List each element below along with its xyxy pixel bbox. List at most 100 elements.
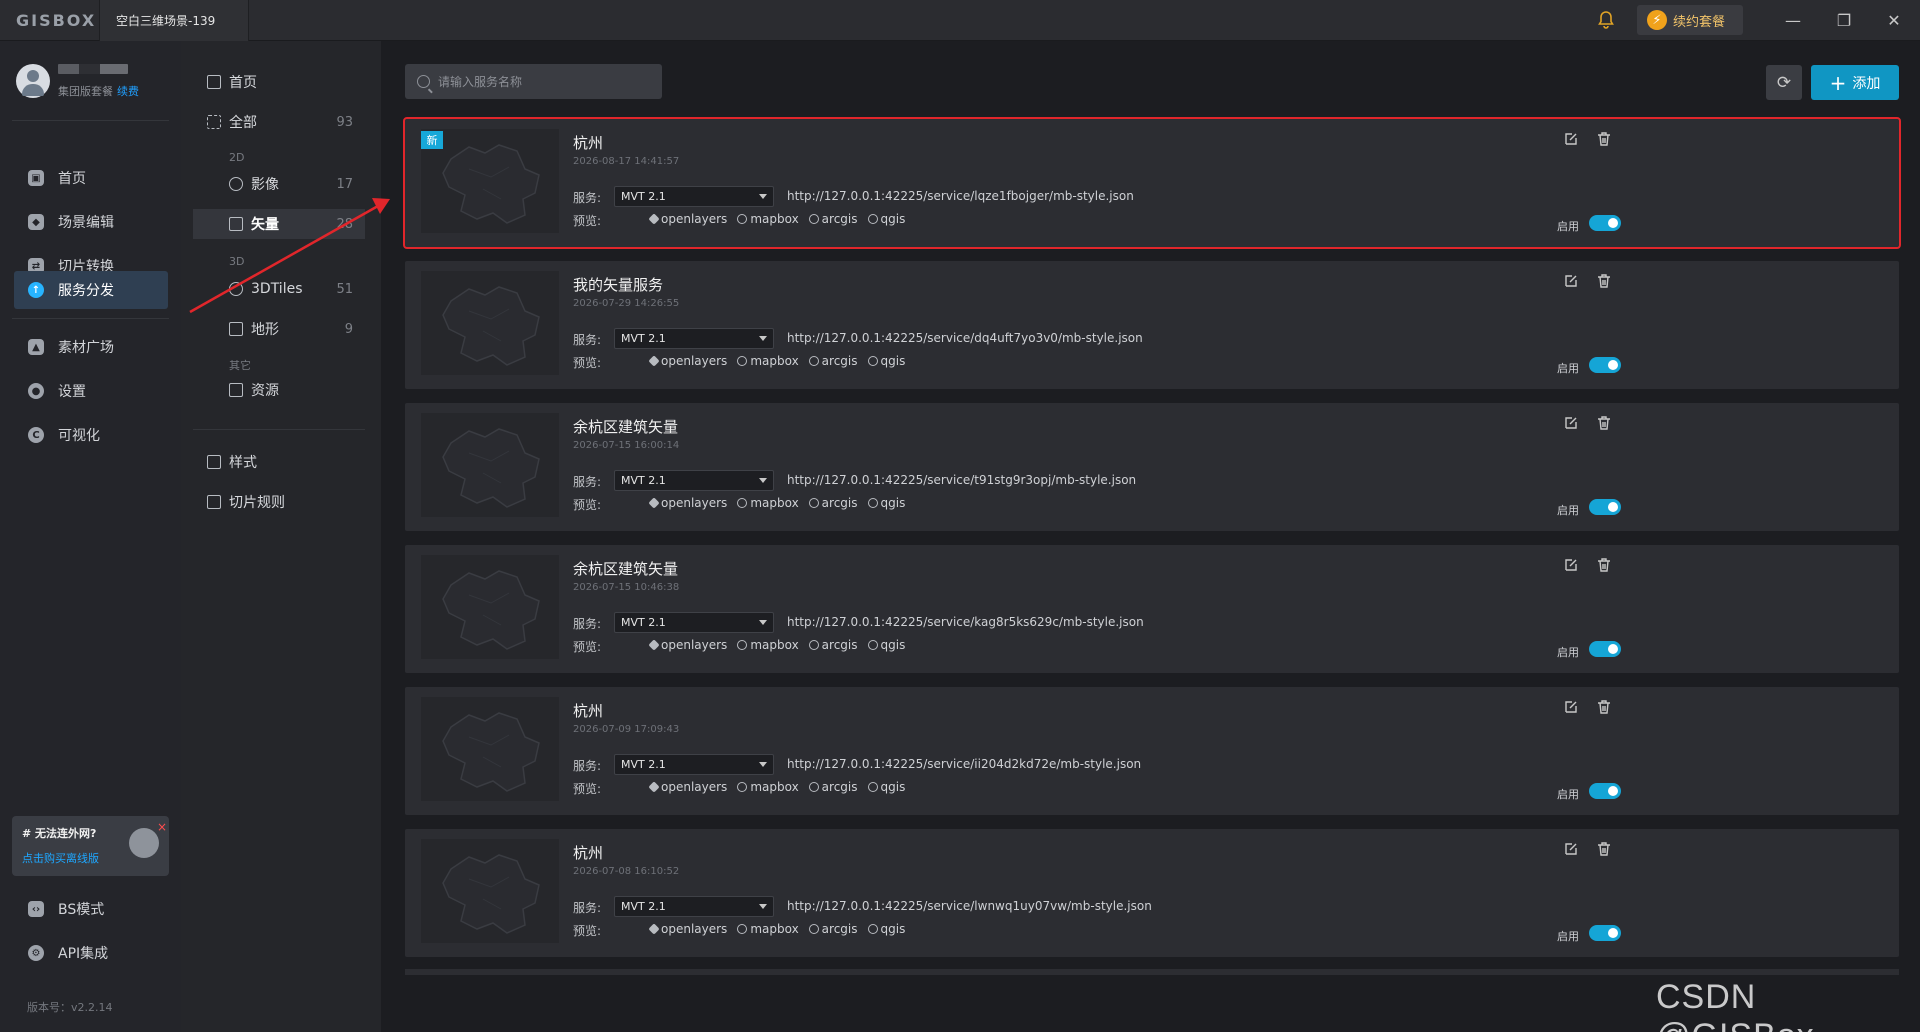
service-url[interactable]: http://127.0.0.1:42225/service/ii204d2kd… (787, 757, 1141, 771)
category-vector[interactable]: 矢量 28 (193, 209, 365, 239)
service-url[interactable]: http://127.0.0.1:42225/service/lqze1fboj… (787, 189, 1134, 203)
edit-icon[interactable] (1563, 699, 1579, 715)
edit-icon[interactable] (1563, 841, 1579, 857)
nav-item-materials[interactable]: ▲ 素材广场 (14, 328, 168, 366)
category-style[interactable]: 样式 (193, 447, 365, 477)
version-text: 版本号：v2.2.14 (27, 1001, 113, 1014)
service-label: 服务: (573, 759, 602, 773)
preview-link-label: mapbox (750, 496, 799, 510)
category-3dtiles[interactable]: 3DTiles 51 (193, 274, 365, 304)
preview-link-mapbox[interactable]: mapbox (737, 780, 799, 794)
preview-link-openlayers[interactable]: openlayers (648, 496, 727, 510)
edit-icon[interactable] (1563, 131, 1579, 147)
preview-link-label: qgis (880, 212, 906, 226)
enable-toggle[interactable] (1589, 925, 1621, 941)
user-profile[interactable]: 集团版套餐 续费 (16, 62, 166, 102)
preview-link-qgis[interactable]: qgis (867, 354, 906, 368)
delete-icon[interactable] (1596, 415, 1612, 431)
edit-icon[interactable] (1563, 557, 1579, 573)
minimize-icon[interactable]: — (1781, 8, 1805, 32)
service-card[interactable]: 余杭区建筑矢量 2026-07-15 10:46:38 服务: MVT 2.1 … (405, 545, 1899, 673)
service-url[interactable]: http://127.0.0.1:42225/service/dq4uft7yo… (787, 331, 1143, 345)
preview-link-openlayers[interactable]: openlayers (648, 212, 727, 226)
nav-item-visualization[interactable]: C 可视化 (14, 416, 168, 454)
nav-item-bs-mode[interactable]: ‹› BS模式 (14, 890, 168, 928)
add-button[interactable]: + 添加 (1811, 65, 1899, 100)
nav-item-scene-edit[interactable]: ◆ 场景编辑 (14, 203, 168, 241)
preview-link-qgis[interactable]: qgis (867, 212, 906, 226)
service-url[interactable]: http://127.0.0.1:42225/service/t91stg9r3… (787, 473, 1136, 487)
delete-icon[interactable] (1596, 131, 1612, 147)
search-box[interactable] (405, 64, 662, 99)
category-all[interactable]: 全部 93 (193, 107, 365, 137)
map-preview-shape (442, 286, 540, 366)
renew-plan-button[interactable]: ⚡ 续约套餐 (1637, 5, 1743, 35)
service-type-select[interactable]: MVT 2.1 (614, 754, 774, 775)
service-url[interactable]: http://127.0.0.1:42225/service/lwnwq1uy0… (787, 899, 1152, 913)
preview-link-arcgis[interactable]: arcgis (808, 638, 858, 652)
map-thumbnail (421, 413, 559, 517)
preview-link-openlayers[interactable]: openlayers (648, 638, 727, 652)
nav-item-service-publish[interactable]: ↑ 服务分发 (14, 271, 168, 309)
preview-link-mapbox[interactable]: mapbox (737, 354, 799, 368)
edit-icon[interactable] (1563, 273, 1579, 289)
preview-link-label: qgis (880, 354, 906, 368)
service-card[interactable]: 杭州 2026-07-08 16:10:52 服务: MVT 2.1 http:… (405, 829, 1899, 957)
enable-toggle[interactable] (1589, 783, 1621, 799)
category-resource[interactable]: 资源 (193, 375, 365, 405)
nav-item-settings[interactable]: ● 设置 (14, 372, 168, 410)
preview-link-arcgis[interactable]: arcgis (808, 354, 858, 368)
nav-item-api[interactable]: ⚙ API集成 (14, 934, 168, 972)
service-type-select[interactable]: MVT 2.1 (614, 328, 774, 349)
category-terrain[interactable]: 地形 9 (193, 314, 365, 344)
enable-toggle[interactable] (1589, 499, 1621, 515)
preview-link-mapbox[interactable]: mapbox (737, 212, 799, 226)
delete-icon[interactable] (1596, 841, 1612, 857)
scene-tab[interactable]: 空白三维场景-139 (99, 0, 249, 41)
nav-item-home[interactable]: ▣ 首页 (14, 159, 168, 197)
preview-link-mapbox[interactable]: mapbox (737, 638, 799, 652)
refresh-button[interactable]: ⟳ (1766, 65, 1802, 100)
preview-link-qgis[interactable]: qgis (867, 496, 905, 510)
service-type-select[interactable]: MVT 2.1 (614, 470, 774, 491)
service-card[interactable]: 杭州 2026-07-09 17:09:43 服务: MVT 2.1 http:… (405, 687, 1899, 815)
delete-icon[interactable] (1596, 699, 1612, 715)
service-card[interactable]: 余杭区建筑矢量 2026-07-15 16:00:14 服务: MVT 2.1 … (405, 403, 1899, 531)
close-icon[interactable]: ✕ (1882, 8, 1906, 32)
search-input[interactable] (438, 74, 648, 89)
renew-link[interactable]: 续费 (117, 85, 139, 98)
offline-promo[interactable]: # 无法连外网? 点击购买离线版 (12, 816, 169, 876)
preview-link-arcgis[interactable]: arcgis (808, 496, 858, 510)
preview-link-openlayers[interactable]: openlayers (648, 354, 727, 368)
service-url[interactable]: http://127.0.0.1:42225/service/kag8r5ks6… (787, 615, 1144, 629)
enable-toggle[interactable] (1589, 641, 1621, 657)
preview-link-arcgis[interactable]: arcgis (808, 922, 858, 936)
service-type-select[interactable]: MVT 2.1 (614, 896, 774, 917)
preview-link-qgis[interactable]: qgis (867, 922, 905, 936)
category-image[interactable]: 影像 17 (193, 169, 365, 199)
service-card[interactable]: 我的矢量服务 2026-07-29 14:26:55 服务: MVT 2.1 h… (405, 261, 1899, 389)
bell-icon[interactable] (1596, 10, 1616, 30)
preview-link-openlayers[interactable]: openlayers (648, 922, 727, 936)
preview-link-qgis[interactable]: qgis (867, 780, 905, 794)
preview-link-mapbox[interactable]: mapbox (737, 922, 799, 936)
category-home[interactable]: 首页 (193, 67, 365, 97)
delete-icon[interactable] (1596, 557, 1612, 573)
edit-icon[interactable] (1563, 415, 1579, 431)
service-card[interactable]: 新 杭州 2026-08-17 14:41:57 服务: MVT 2.1 htt… (403, 117, 1901, 249)
restore-icon[interactable]: ❐ (1832, 8, 1856, 32)
enable-toggle[interactable] (1589, 215, 1621, 231)
service-type-select[interactable]: MVT 2.1 (614, 186, 774, 207)
preview-link-mapbox[interactable]: mapbox (737, 496, 799, 510)
preview-link-arcgis[interactable]: arcgis (808, 780, 858, 794)
delete-icon[interactable] (1596, 273, 1612, 289)
preview-link-qgis[interactable]: qgis (867, 638, 905, 652)
category-tile-rule[interactable]: 切片规则 (193, 487, 365, 517)
map-thumbnail (421, 697, 559, 801)
upload-icon: ↑ (28, 282, 44, 298)
enable-toggle[interactable] (1589, 357, 1621, 373)
preview-link-arcgis[interactable]: arcgis (808, 212, 858, 226)
preview-link-openlayers[interactable]: openlayers (648, 780, 727, 794)
map-thumbnail (421, 839, 559, 943)
service-type-select[interactable]: MVT 2.1 (614, 612, 774, 633)
